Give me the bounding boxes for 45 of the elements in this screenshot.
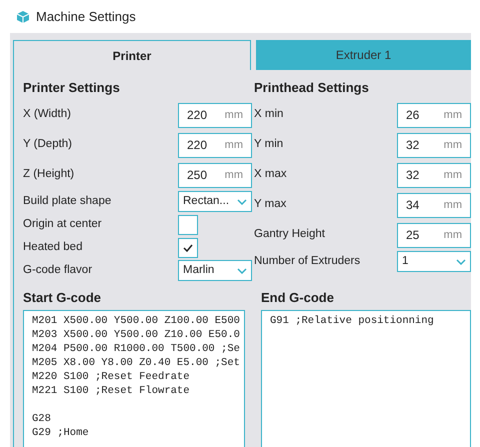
field-label: Y max: [254, 197, 288, 212]
tab[interactable]: Extruder 1: [256, 40, 471, 70]
code-line: G29 ;Home: [32, 426, 90, 440]
code-editor[interactable]: [23, 310, 245, 447]
dropdown[interactable]: Rectan...: [178, 191, 252, 212]
window-title: Machine Settings: [36, 8, 136, 26]
dropdown[interactable]: Marlin: [178, 260, 252, 281]
field-label: Y min: [254, 137, 284, 152]
field-label: Z (Height): [23, 167, 76, 182]
field-label: X (Width): [23, 107, 72, 122]
chevron-down-icon: [456, 258, 466, 264]
number-field[interactable]: 220 mm: [178, 132, 252, 158]
number-field[interactable]: 220 mm: [178, 102, 252, 128]
field-label: Gantry Height: [254, 227, 326, 242]
field-label: Heated bed: [23, 240, 84, 255]
section-heading: Start G-code: [23, 289, 102, 307]
section-heading: Printer Settings: [23, 79, 121, 97]
code-editor[interactable]: G91 ;Relative positionning: [261, 310, 471, 447]
cube-icon: [16, 10, 30, 24]
number-field[interactable]: 25 mm: [397, 222, 471, 248]
chevron-down-icon: [237, 268, 247, 274]
dropdown[interactable]: 1: [397, 251, 471, 272]
checkbox[interactable]: [178, 214, 198, 234]
checkbox[interactable]: [178, 238, 198, 258]
field-label: X max: [254, 167, 288, 182]
field-label: Build plate shape: [23, 194, 112, 209]
number-field[interactable]: 32 mm: [397, 132, 471, 158]
field-label: Origin at center: [23, 216, 103, 232]
field-label: Number of Extruders: [254, 254, 362, 269]
number-field[interactable]: 32 mm: [397, 162, 471, 188]
code-line: G91 ;Relative positionning: [270, 314, 435, 328]
number-field[interactable]: 34 mm: [397, 192, 471, 218]
tab[interactable]: Printer: [13, 40, 251, 70]
section-heading: End G-code: [261, 289, 335, 307]
code-line: M220 S100 ;Reset Feedrate: [32, 370, 191, 384]
checkmark-icon: [183, 244, 193, 252]
chevron-down-icon: [237, 198, 247, 204]
code-line: G28: [32, 412, 52, 426]
field-label: X min: [254, 107, 284, 122]
number-field[interactable]: 250 mm: [178, 162, 252, 188]
field-label: Y (Depth): [23, 137, 74, 152]
section-heading: Printhead Settings: [254, 79, 370, 97]
field-label: G-code flavor: [23, 262, 94, 278]
number-field[interactable]: 26 mm: [397, 102, 471, 128]
code-line: M221 S100 ;Reset Flowrate: [32, 384, 191, 398]
